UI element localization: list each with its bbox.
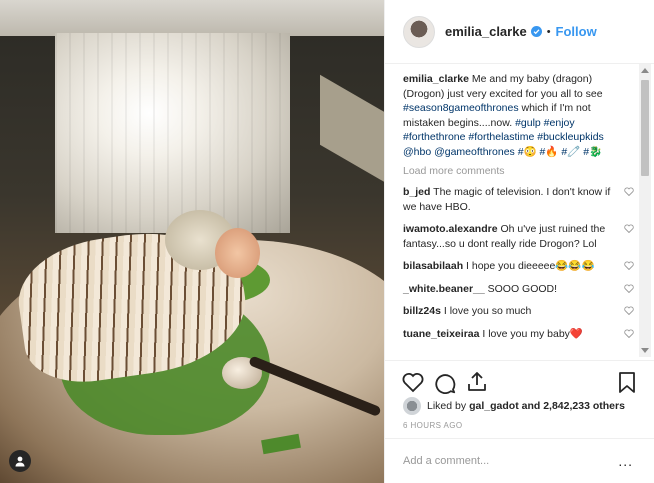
comment-item: billz24s I love you so much	[403, 304, 634, 319]
comment-username[interactable]: b_jed	[403, 186, 430, 198]
comment-input[interactable]	[403, 455, 603, 467]
follow-button[interactable]: Follow	[556, 24, 597, 39]
comment-item: bilasabilaah I hope you dieeeee😂😂😂	[403, 259, 634, 274]
comments-list[interactable]: emilia_clarke Me and my baby (dragon) (D…	[385, 64, 643, 357]
post-photo[interactable]	[0, 0, 384, 483]
heart-icon[interactable]	[624, 187, 634, 196]
comment-username[interactable]: _white.beaner__	[403, 283, 485, 295]
liker-avatar[interactable]	[403, 397, 421, 415]
comment-item: b_jed The magic of television. I don't k…	[403, 185, 634, 214]
scroll-down-arrow-icon[interactable]	[641, 348, 649, 353]
likes-count[interactable]: and 2,842,233 others	[519, 400, 625, 412]
scroll-up-arrow-icon[interactable]	[641, 68, 649, 73]
comment-text: I love you my baby❤️	[479, 327, 584, 340]
post-actions-bar	[385, 360, 654, 400]
comment-username[interactable]: iwamoto.alexandre	[403, 223, 498, 235]
comment-item: tuane_teixeiraa I love you my baby❤️	[403, 327, 634, 342]
heart-icon[interactable]	[401, 370, 425, 394]
heart-icon[interactable]	[624, 224, 634, 233]
load-more-comments-link[interactable]: Load more comments	[403, 165, 643, 177]
heart-icon[interactable]	[624, 284, 634, 293]
comment-username[interactable]: tuane_teixeiraa	[403, 328, 479, 340]
add-comment-bar: ...	[385, 438, 654, 483]
verified-icon	[530, 26, 542, 37]
comments-scrollbar[interactable]	[639, 64, 651, 357]
post-side-panel: emilia_clarke • Follow emilia_clarke Me …	[384, 0, 654, 483]
comment-username[interactable]: billz24s	[403, 305, 441, 317]
comment-username[interactable]: bilasabilaah	[403, 260, 463, 272]
scrollbar-thumb[interactable]	[641, 80, 649, 176]
caption-hashtag-1[interactable]: #season8gameofthrones	[403, 102, 519, 114]
user-tag-icon[interactable]	[9, 450, 31, 472]
comment-item: _white.beaner__ SOOO GOOD!	[403, 282, 634, 297]
comment-text: I hope you dieeeee😂😂😂	[463, 260, 595, 272]
likes-summary: Liked by gal_gadot and 2,842,233 others	[403, 397, 625, 415]
bookmark-icon[interactable]	[615, 370, 639, 394]
author-username[interactable]: emilia_clarke	[445, 24, 527, 39]
heart-icon[interactable]	[624, 261, 634, 270]
comment-icon[interactable]	[433, 370, 457, 394]
separator-dot: •	[546, 25, 551, 38]
photo-beam	[320, 74, 384, 186]
caption-username[interactable]: emilia_clarke	[403, 73, 469, 85]
instagram-post-modal: emilia_clarke • Follow emilia_clarke Me …	[0, 0, 654, 483]
comment-text: The magic of television. I don't know if…	[403, 186, 611, 213]
heart-icon[interactable]	[624, 306, 634, 315]
post-timestamp[interactable]: 6 HOURS AGO	[403, 421, 463, 430]
comment-item: iwamoto.alexandre Oh u've just ruined th…	[403, 222, 634, 251]
post-caption: emilia_clarke Me and my baby (dragon) (D…	[403, 72, 631, 159]
liker-username[interactable]: gal_gadot	[469, 400, 519, 412]
more-options-icon[interactable]: ...	[618, 454, 633, 468]
heart-icon[interactable]	[624, 329, 634, 338]
post-header: emilia_clarke • Follow	[385, 0, 654, 64]
share-icon[interactable]	[465, 370, 489, 394]
comment-text: SOOO GOOD!	[484, 282, 558, 295]
photo-backdrop-screen	[55, 33, 290, 233]
comment-text: I love you so much	[440, 305, 532, 317]
likes-prefix: Liked by	[427, 400, 467, 412]
photo-face	[215, 228, 260, 278]
author-avatar[interactable]	[403, 15, 435, 48]
caption-emoji-tags[interactable]: #😳 #🔥 #🧷 #🐉	[515, 146, 602, 158]
photo-ceiling	[0, 0, 384, 36]
